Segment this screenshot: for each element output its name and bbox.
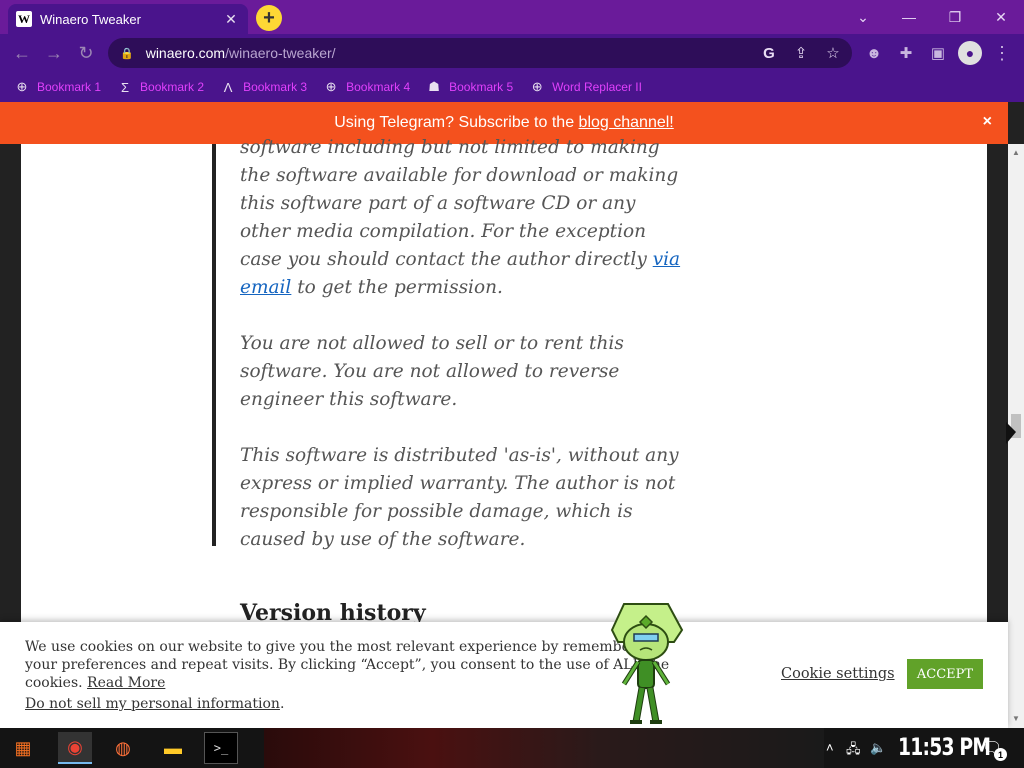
chrome-icon[interactable]: ◉ xyxy=(58,732,92,764)
bookmark-item[interactable]: Σ Bookmark 2 xyxy=(117,79,204,95)
blog-channel-link[interactable]: blog channel! xyxy=(579,114,674,132)
tab-winaero-tweaker[interactable]: W Winaero Tweaker ✕ xyxy=(8,4,248,34)
notification-count-badge: 1 xyxy=(994,748,1007,761)
scroll-up-icon[interactable]: ▲ xyxy=(1012,148,1020,157)
globe-icon: ⊕ xyxy=(531,79,543,94)
license-blockquote: software including but not limited to ma… xyxy=(240,134,690,582)
reload-button[interactable]: ↻ xyxy=(70,37,102,69)
address-bar[interactable]: 🔒 winaero.com/winaero-tweaker/ G ⇪ ☆ xyxy=(108,38,852,68)
bookmark-label: Bookmark 3 xyxy=(243,80,308,94)
period-text: . xyxy=(279,696,285,712)
bookmarks-bar: ⊕ Bookmark 1 Σ Bookmark 2 Λ Bookmark 3 ⊕ Boo… xyxy=(0,72,1024,102)
blockquote-border xyxy=(212,144,216,546)
do-not-sell-line: Do not sell my personal information. xyxy=(25,696,284,712)
bookmark-item[interactable]: ☗ Bookmark 5 xyxy=(426,79,513,95)
stack-icon: ☗ xyxy=(428,79,440,94)
minimize-button[interactable]: — xyxy=(886,0,932,34)
tab-title: Winaero Tweaker xyxy=(40,11,141,27)
tray-overflow-icon[interactable]: ˄ xyxy=(826,740,834,755)
license-paragraph: This software is distributed 'as-is', wi… xyxy=(240,445,679,550)
read-more-link[interactable]: Read More xyxy=(87,675,165,691)
window-close-button[interactable]: ✕ xyxy=(978,0,1024,34)
google-lens-icon[interactable]: G xyxy=(758,42,780,64)
restore-button[interactable]: ❐ xyxy=(932,0,978,34)
taskbar-clock[interactable]: 11:53 PM xyxy=(898,733,991,761)
lock-icon[interactable]: 🔒 xyxy=(120,47,134,60)
paragraph-text: software including but not limited to ma… xyxy=(240,137,679,270)
side-panel-icon[interactable]: ▣ xyxy=(926,41,950,65)
license-paragraph: You are not allowed to sell or to rent t… xyxy=(240,333,624,410)
file-explorer-icon[interactable]: ▬ xyxy=(156,732,190,764)
share-icon[interactable]: ⇪ xyxy=(790,42,812,64)
url-host: winaero.com xyxy=(145,45,226,61)
new-tab-button[interactable]: + xyxy=(256,5,282,31)
url-path: /winaero-tweaker/ xyxy=(225,45,336,61)
network-icon[interactable]: 🖧 xyxy=(846,740,861,762)
windows-taskbar: ▦ ◉ ◍ ▬ >_ ˄ 🖧 🔈 11:53 PM 🗨 1 xyxy=(0,728,1024,768)
paragraph-text: to get the permission. xyxy=(291,277,503,298)
start-icon[interactable]: ▦ xyxy=(6,732,40,764)
volume-icon[interactable]: 🔈 xyxy=(870,740,886,756)
firefox-icon[interactable]: ◍ xyxy=(106,732,140,764)
taskbar-wallpaper xyxy=(264,728,824,768)
banner-text: Using Telegram? Subscribe to the xyxy=(334,114,575,131)
banner-close-icon[interactable]: × xyxy=(983,113,992,131)
terminal-icon[interactable]: >_ xyxy=(204,732,238,764)
bookmark-item[interactable]: ⊕ Bookmark 4 xyxy=(323,79,410,95)
bookmark-item[interactable]: ⊕ Bookmark 1 xyxy=(14,79,101,95)
forward-button[interactable]: → xyxy=(38,37,70,69)
character-sticker-icon xyxy=(610,603,684,724)
bookmark-label: Bookmark 2 xyxy=(140,80,205,94)
license-paragraph: software including but not limited to ma… xyxy=(240,134,690,302)
back-button[interactable]: ← xyxy=(6,37,38,69)
sigma-icon: Σ xyxy=(121,79,130,95)
bookmark-label: Bookmark 5 xyxy=(449,80,514,94)
scroll-down-icon[interactable]: ▼ xyxy=(1012,714,1020,723)
cookie-settings-link[interactable]: Cookie settings xyxy=(781,666,895,682)
cookie-message: We use cookies on our website to give yo… xyxy=(25,638,685,692)
extensions-puzzle-icon[interactable]: ✚ xyxy=(894,41,918,65)
page-viewport: Using Telegram? Subscribe to the blog ch… xyxy=(0,102,1024,728)
globe-icon: ⊕ xyxy=(16,79,28,94)
profile-avatar-icon[interactable]: ● xyxy=(958,41,982,65)
bookmark-star-icon[interactable]: ☆ xyxy=(822,42,844,64)
winaero-favicon-icon: W xyxy=(16,11,32,27)
cookie-consent-bar: We use cookies on our website to give yo… xyxy=(0,622,1008,728)
globe-icon: ⊕ xyxy=(325,79,337,94)
bookmark-item[interactable]: Λ Bookmark 3 xyxy=(220,79,307,95)
mouse-cursor-icon xyxy=(1006,422,1016,444)
bookmark-label: Bookmark 1 xyxy=(37,80,102,94)
bookmark-label: Bookmark 4 xyxy=(346,80,411,94)
bookmark-label: Word Replacer II xyxy=(552,80,642,94)
tab-close-icon[interactable]: ✕ xyxy=(222,10,240,28)
bookmark-item[interactable]: ⊕ Word Replacer II xyxy=(529,79,642,95)
accept-button[interactable]: ACCEPT xyxy=(907,659,983,689)
do-not-sell-link[interactable]: Do not sell my personal information xyxy=(25,696,280,712)
extension-avatar-icon[interactable]: ☻ xyxy=(862,41,886,65)
tab-strip: W Winaero Tweaker ✕ + ⌄ — ❐ ✕ xyxy=(0,0,1024,34)
browser-toolbar: ← → ↻ 🔒 winaero.com/winaero-tweaker/ G ⇪… xyxy=(0,34,1024,72)
tab-search-icon[interactable]: ⌄ xyxy=(840,0,886,34)
lambda-icon: Λ xyxy=(223,79,233,95)
browser-menu-icon[interactable]: ⋮ xyxy=(990,41,1014,65)
